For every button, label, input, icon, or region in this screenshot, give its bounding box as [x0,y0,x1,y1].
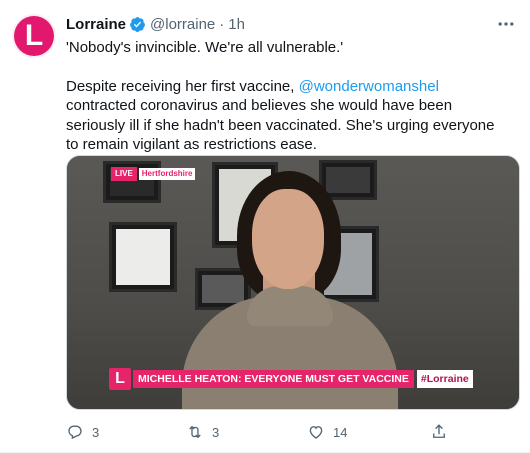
reply-count: 3 [92,424,100,440]
tweet-quote: 'Nobody's invincible. We're all vulnerab… [66,39,344,56]
lorraine-logo-icon: L [109,368,131,390]
strap-headline: MICHELLE HEATON: EVERYONE MUST GET VACCI… [133,370,414,388]
heart-icon [309,426,323,439]
more-options-icon[interactable] [496,14,516,34]
retweet-button[interactable]: 3 [186,422,219,442]
wall-frame [109,222,177,292]
reply-button[interactable]: 3 [66,422,99,442]
avatar[interactable]: L [12,14,56,58]
text-segment: contracted coronavirus and believes she … [66,97,495,153]
retweet-count: 3 [212,424,220,440]
live-badge: LIVE Hertfordshire [111,167,196,181]
news-strap: L MICHELLE HEATON: EVERYONE MUST GET VAC… [109,368,473,390]
share-icon [433,424,445,438]
presenter-collar [247,286,333,326]
strap-hashtag: #Lorraine [416,370,473,388]
reply-icon [68,425,82,440]
like-count: 14 [333,424,348,440]
live-label: LIVE [111,167,137,181]
avatar-letter: L [24,19,44,52]
tweet-text: 'Nobody's invincible. We're all vulnerab… [66,38,506,155]
video-media[interactable]: LIVE Hertfordshire L MICHELLE HEATON: EV… [66,155,520,410]
like-button[interactable]: 14 [307,422,347,442]
mention-link[interactable]: @wonderwomanshel [299,78,439,95]
text-segment: Despite receiving her first vaccine, [66,77,299,95]
presenter-face [252,189,324,289]
tweet[interactable]: L Lorraine @lorraine · 1h 'Nobody's invi… [0,0,530,453]
separator-dot: · [219,15,225,33]
tweet-actions: 3 3 14 [66,422,446,442]
share-button[interactable] [430,422,448,442]
tweet-paragraph: Despite receiving her first vaccine, @wo… [66,77,506,155]
retweet-icon [189,425,201,439]
display-name[interactable]: Lorraine [66,16,126,33]
verified-badge-icon [130,16,145,32]
handle[interactable]: @lorraine [150,16,215,33]
tweet-header: Lorraine @lorraine · 1h [66,14,245,34]
timestamp[interactable]: 1h [228,16,245,33]
location-label: Hertfordshire [138,168,196,180]
